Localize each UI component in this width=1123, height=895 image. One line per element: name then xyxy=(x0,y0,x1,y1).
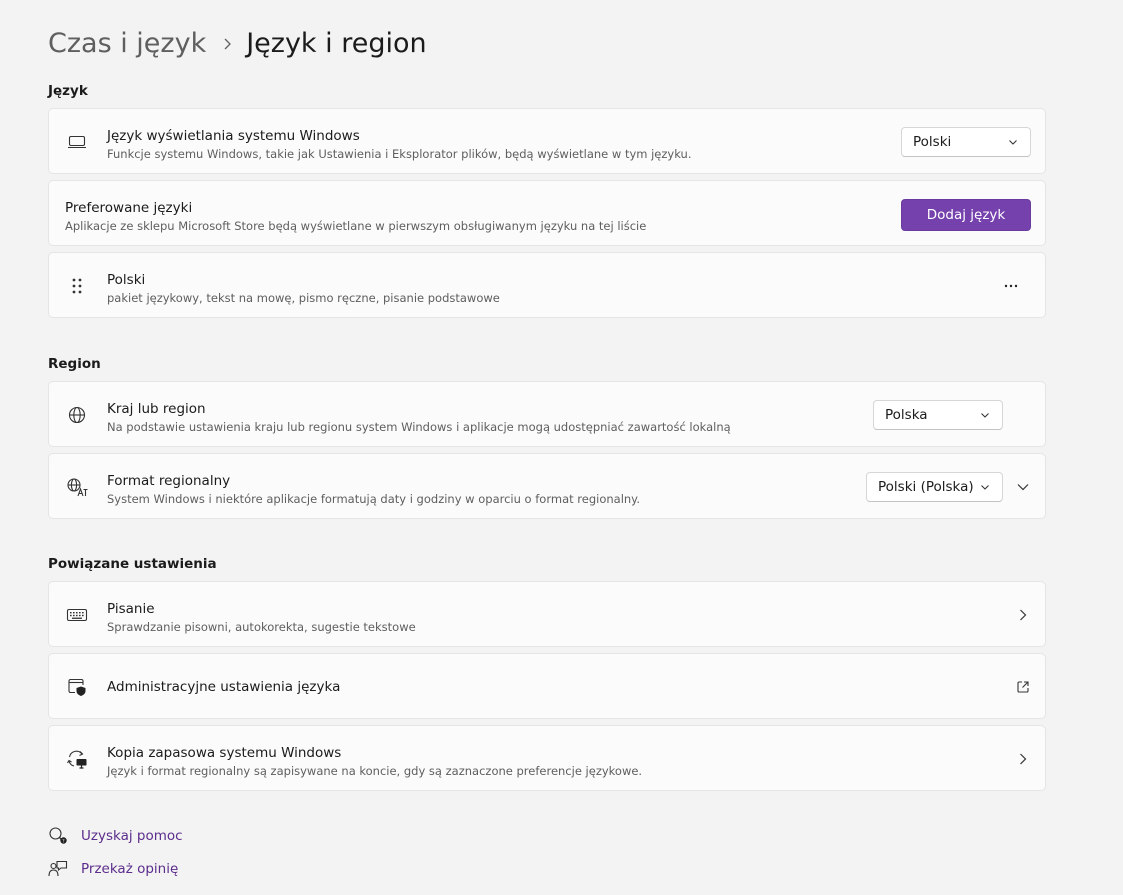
display-language-card: Język wyświetlania systemu Windows Funkc… xyxy=(48,108,1046,174)
keyboard-icon xyxy=(66,605,88,625)
country-region-title: Kraj lub region xyxy=(107,401,206,417)
typing-card[interactable]: Pisanie Sprawdzanie pisowni, autokorekta… xyxy=(48,581,1046,647)
regional-format-title: Format regionalny xyxy=(107,473,231,489)
chevron-right-icon[interactable] xyxy=(1015,607,1031,623)
breadcrumb-parent-link[interactable]: Czas i język xyxy=(48,27,206,61)
regional-format-card: Format regionalny System Windows i niekt… xyxy=(48,453,1046,519)
installed-language-texts: Polski pakiet językowy, tekst na mowę, p… xyxy=(107,271,500,307)
settings-page: Czas i język Język i region Język Język … xyxy=(0,0,1123,895)
windows-backup-desc: Język i format regionalny są zapisywane … xyxy=(107,764,643,778)
windows-backup-texts: Kopia zapasowa systemu Windows Język i f… xyxy=(107,744,642,780)
give-feedback-label[interactable]: Przekaż opinię xyxy=(81,861,178,877)
section-title-related: Powiązane ustawienia xyxy=(48,556,217,572)
windows-backup-card[interactable]: Kopia zapasowa systemu Windows Język i f… xyxy=(48,725,1046,791)
preferred-languages-card: Preferowane języki Aplikacje ze sklepu M… xyxy=(48,180,1046,246)
country-region-texts: Kraj lub region Na podstawie ustawienia … xyxy=(107,400,731,436)
backup-sync-icon xyxy=(66,749,88,769)
preferred-languages-texts: Preferowane języki Aplikacje ze sklepu M… xyxy=(65,199,646,235)
section-title-language: Język xyxy=(48,83,88,99)
display-language-texts: Język wyświetlania systemu Windows Funkc… xyxy=(107,127,691,163)
display-language-value: Polski xyxy=(913,134,952,150)
regional-format-value: Polski (Polska) xyxy=(878,479,974,495)
typing-title: Pisanie xyxy=(107,601,155,617)
regional-format-dropdown[interactable]: Polski (Polska) xyxy=(866,472,1003,502)
get-help-link[interactable]: ? Uzyskaj pomoc xyxy=(48,826,183,846)
drag-handle-icon[interactable] xyxy=(66,276,88,296)
display-language-title: Język wyświetlania systemu Windows xyxy=(107,128,360,144)
windows-backup-title: Kopia zapasowa systemu Windows xyxy=(107,745,342,761)
laptop-icon xyxy=(66,132,88,152)
get-help-label[interactable]: Uzyskaj pomoc xyxy=(81,828,183,844)
globe-icon xyxy=(66,405,88,425)
country-region-value: Polska xyxy=(885,407,928,423)
display-language-dropdown[interactable]: Polski xyxy=(901,127,1031,157)
breadcrumb: Czas i język Język i region xyxy=(48,27,427,61)
typing-desc: Sprawdzanie pisowni, autokorekta, sugest… xyxy=(107,620,416,634)
regional-format-desc: System Windows i niektóre aplikacje form… xyxy=(107,492,640,506)
preferred-languages-desc: Aplikacje ze sklepu Microsoft Store będą… xyxy=(65,219,647,233)
page-title: Język i region xyxy=(246,28,427,59)
admin-language-title: Administracyjne ustawienia języka xyxy=(107,679,341,695)
chevron-down-icon xyxy=(981,413,989,418)
admin-shield-icon xyxy=(66,677,88,697)
give-feedback-link[interactable]: Przekaż opinię xyxy=(48,859,178,879)
installed-language-card[interactable]: Polski pakiet językowy, tekst na mowę, p… xyxy=(48,252,1046,318)
display-language-desc: Funkcje systemu Windows, takie jak Ustaw… xyxy=(107,147,692,161)
country-region-desc: Na podstawie ustawienia kraju lub region… xyxy=(107,420,731,434)
typing-texts: Pisanie Sprawdzanie pisowni, autokorekta… xyxy=(107,600,416,636)
regional-format-icon xyxy=(66,477,88,497)
expand-chevron-icon[interactable] xyxy=(1015,479,1031,495)
preferred-languages-title: Preferowane języki xyxy=(65,200,193,216)
country-region-card: Kraj lub region Na podstawie ustawienia … xyxy=(48,381,1046,447)
chevron-down-icon xyxy=(981,485,989,490)
installed-language-desc: pakiet językowy, tekst na mowę, pismo rę… xyxy=(107,291,500,305)
add-language-button[interactable]: Dodaj język xyxy=(901,199,1031,231)
chevron-down-icon xyxy=(1009,140,1017,145)
regional-format-texts: Format regionalny System Windows i niekt… xyxy=(107,472,640,508)
help-search-icon: ? xyxy=(48,826,68,846)
installed-language-title: Polski xyxy=(107,272,146,288)
more-options-icon[interactable] xyxy=(1003,278,1019,294)
breadcrumb-chevron-icon xyxy=(222,37,232,51)
feedback-icon xyxy=(48,859,68,879)
open-external-icon[interactable] xyxy=(1015,679,1031,695)
section-title-region: Region xyxy=(48,356,101,372)
admin-language-card[interactable]: Administracyjne ustawienia języka xyxy=(48,653,1046,719)
chevron-right-icon[interactable] xyxy=(1015,751,1031,767)
admin-language-texts: Administracyjne ustawienia języka xyxy=(107,678,340,696)
country-region-dropdown[interactable]: Polska xyxy=(873,400,1003,430)
